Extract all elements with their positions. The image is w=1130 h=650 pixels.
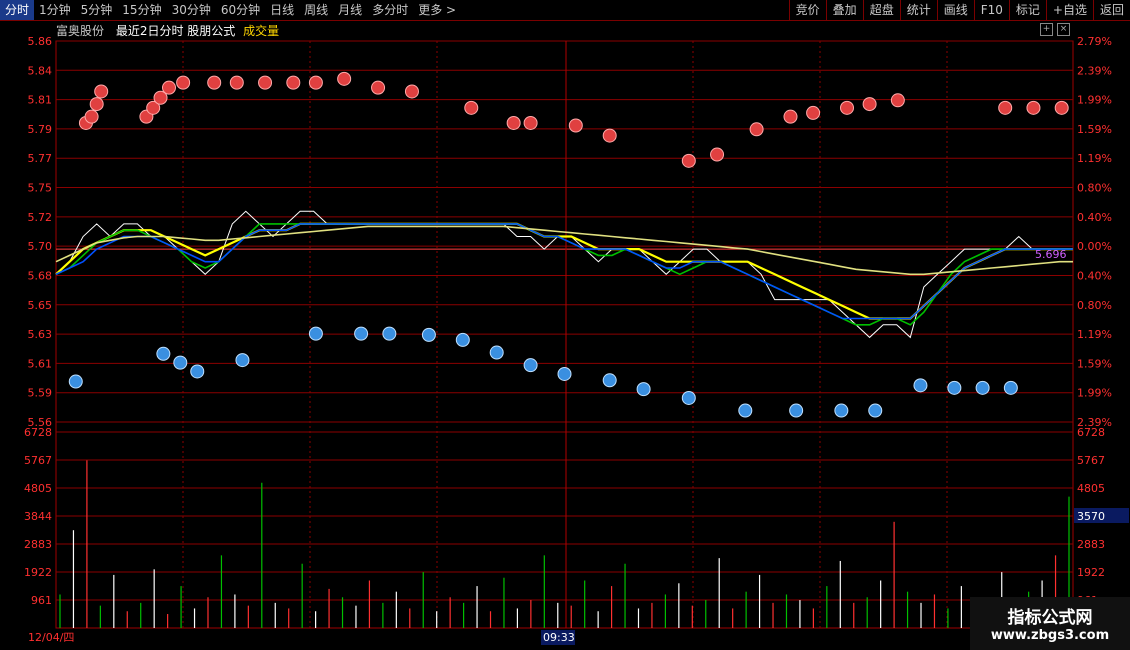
down-marker	[68, 374, 83, 389]
watermark: 指标公式网 www.zbgs3.com	[970, 597, 1130, 650]
pct-tick-label: 1.19%	[1077, 328, 1112, 341]
price-tick-label: 5.68	[28, 269, 53, 282]
current-volume-label: 3570	[1077, 510, 1105, 523]
down-marker	[354, 326, 369, 341]
price-tick-label: 5.79	[28, 123, 53, 136]
down-marker	[789, 403, 804, 418]
up-marker	[890, 93, 905, 108]
up-marker	[176, 75, 191, 90]
pct-tick-label: 0.40%	[1077, 269, 1112, 282]
volume-tick-label-right: 2883	[1077, 538, 1105, 551]
price-tick-label: 5.70	[28, 240, 53, 253]
pct-tick-label: 0.80%	[1077, 299, 1112, 312]
up-marker	[162, 80, 176, 95]
volume-tick-label: 2883	[24, 538, 52, 551]
up-marker	[840, 100, 854, 115]
down-marker	[975, 380, 990, 395]
up-marker	[308, 75, 323, 90]
up-marker	[286, 75, 301, 90]
down-marker	[913, 378, 928, 393]
pct-tick-label: 2.39%	[1077, 64, 1112, 77]
up-marker	[998, 100, 1013, 115]
price-readout: 5.696	[1035, 248, 1067, 261]
up-marker	[523, 115, 538, 130]
down-marker	[382, 326, 397, 341]
pct-tick-label: 0.80%	[1077, 182, 1112, 195]
intraday-chart[interactable]: 5.86 2.79% 5.84 2.39% 5.81 1.99% 5.79 1.59% 5.77…	[0, 0, 1130, 650]
up-marker	[602, 128, 617, 143]
up-marker	[749, 122, 764, 137]
up-marker	[371, 80, 386, 95]
down-marker	[868, 403, 883, 418]
up-marker	[1026, 100, 1041, 115]
pct-tick-label: 1.99%	[1077, 387, 1112, 400]
price-tick-label: 5.81	[28, 94, 53, 107]
down-marker	[834, 403, 849, 418]
down-marker	[455, 332, 470, 347]
down-marker	[1003, 380, 1018, 395]
pct-tick-label: 1.19%	[1077, 152, 1112, 165]
down-marker	[636, 382, 651, 397]
watermark-title: 指标公式网	[1007, 608, 1093, 628]
volume-tick-label: 5767	[24, 454, 52, 467]
up-marker	[258, 75, 273, 90]
price-tick-label: 5.77	[28, 152, 53, 165]
down-marker	[308, 326, 323, 341]
price-tick-label: 5.72	[28, 211, 53, 224]
down-marker	[738, 403, 753, 418]
down-marker	[557, 366, 572, 381]
up-marker	[337, 71, 352, 86]
up-marker	[568, 118, 583, 133]
down-marker	[173, 355, 188, 370]
pct-tick-label: 1.59%	[1077, 357, 1112, 370]
volume-tick-label: 961	[31, 594, 52, 607]
volume-tick-label-right: 5767	[1077, 454, 1105, 467]
up-marker	[783, 109, 798, 124]
down-marker	[602, 373, 617, 388]
volume-tick-label-right: 4805	[1077, 482, 1105, 495]
volume-tick-label-right: 1922	[1077, 566, 1105, 579]
up-marker	[94, 84, 109, 99]
down-marker	[681, 390, 696, 405]
volume-tick-label: 4805	[24, 482, 52, 495]
up-marker	[207, 75, 222, 90]
down-marker	[235, 353, 250, 368]
up-marker	[681, 153, 696, 168]
price-tick-label: 5.63	[28, 328, 53, 341]
up-marker	[506, 115, 521, 130]
down-marker	[190, 364, 205, 379]
up-marker	[710, 147, 725, 162]
price-tick-label: 5.61	[28, 357, 53, 370]
down-marker	[947, 380, 962, 395]
pct-tick-label: 1.99%	[1077, 94, 1112, 107]
down-marker	[421, 327, 436, 342]
price-tick-label: 5.84	[28, 64, 53, 77]
volume-tick-label: 6728	[24, 426, 52, 439]
volume-tick-label: 1922	[24, 566, 52, 579]
x-start-label: 12/04/四	[28, 631, 74, 644]
up-marker	[89, 97, 104, 112]
down-marker	[523, 358, 538, 373]
pct-tick-label: 2.79%	[1077, 35, 1112, 48]
up-marker	[404, 84, 419, 99]
pct-tick-label: 1.59%	[1077, 123, 1112, 136]
pct-tick-label: 0.40%	[1077, 211, 1112, 224]
price-tick-label: 5.75	[28, 182, 53, 195]
price-tick-label: 5.65	[28, 299, 53, 312]
up-marker	[806, 105, 821, 120]
down-marker	[489, 345, 504, 360]
cursor-time-label: 09:33	[543, 631, 575, 644]
price-tick-label: 5.59	[28, 387, 53, 400]
up-marker	[84, 109, 99, 124]
price-tick-label: 5.86	[28, 35, 53, 48]
up-marker	[1054, 100, 1069, 115]
up-marker	[464, 100, 479, 115]
volume-tick-label: 3844	[24, 510, 52, 523]
pct-tick-label: 0.00%	[1077, 240, 1112, 253]
up-marker	[862, 97, 877, 112]
watermark-url: www.zbgs3.com	[990, 628, 1110, 643]
volume-tick-label-right: 6728	[1077, 426, 1105, 439]
down-marker	[156, 346, 171, 361]
up-marker	[229, 75, 244, 90]
